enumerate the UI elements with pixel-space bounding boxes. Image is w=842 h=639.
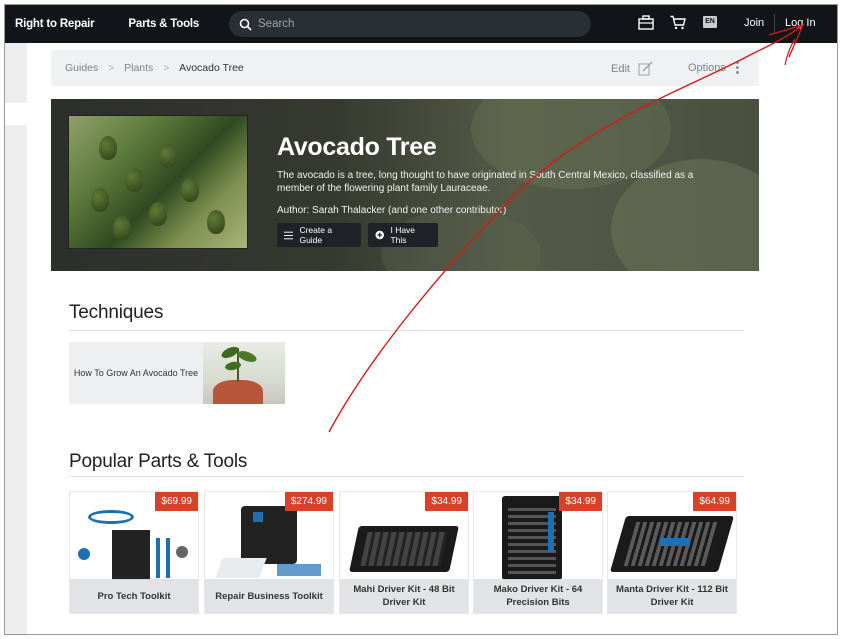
chevron-right-icon: >	[108, 62, 115, 74]
search-box[interactable]	[229, 11, 591, 37]
left-rail-gap	[5, 103, 35, 125]
i-have-this-button[interactable]: I Have This	[368, 223, 438, 247]
techniques-divider	[69, 330, 744, 331]
pencil-icon	[638, 61, 653, 76]
chevron-right-icon: >	[163, 62, 170, 74]
left-rail	[5, 43, 27, 634]
technique-card[interactable]: How To Grow An Avocado Tree	[69, 342, 285, 404]
options-button[interactable]: Options	[688, 61, 739, 74]
parts-tools-link[interactable]: Parts & Tools	[128, 18, 199, 30]
product-name: Mahi Driver Kit - 48 Bit Driver Kit	[340, 579, 468, 613]
breadcrumb: Guides > Plants > Avocado Tree	[65, 62, 244, 74]
top-nav: Right to Repair Parts & Tools EN Join Lo…	[5, 5, 837, 43]
product-card[interactable]: $34.99 Mahi Driver Kit - 48 Bit Driver K…	[339, 491, 469, 614]
plus-circle-icon	[375, 230, 384, 240]
cart-icon[interactable]	[670, 15, 686, 30]
avocado-sprout-image	[203, 342, 285, 404]
product-card[interactable]: $274.99 Repair Business Toolkit	[204, 491, 334, 614]
nav-divider	[774, 14, 775, 34]
price-badge: $34.99	[425, 492, 468, 511]
product-card[interactable]: $64.99 Manta Driver Kit - 112 Bit Driver…	[607, 491, 737, 614]
parts-heading: Popular Parts & Tools	[69, 451, 248, 472]
i-have-this-label: I Have This	[390, 225, 416, 245]
edit-button[interactable]: Edit	[611, 61, 653, 76]
join-link[interactable]: Join	[744, 17, 764, 29]
search-icon	[239, 18, 252, 31]
toolbox-icon[interactable]	[638, 15, 654, 30]
breadcrumb-plants[interactable]: Plants	[124, 62, 153, 74]
page-title: Avocado Tree	[277, 133, 437, 161]
language-selector[interactable]: EN	[703, 16, 717, 28]
browser-viewport: Right to Repair Parts & Tools EN Join Lo…	[4, 4, 838, 635]
create-guide-label: Create a Guide	[299, 225, 333, 245]
product-name: Repair Business Toolkit	[205, 579, 333, 613]
product-name: Pro Tech Toolkit	[70, 579, 198, 613]
edit-label: Edit	[611, 62, 630, 75]
breadcrumb-guides[interactable]: Guides	[65, 62, 98, 74]
login-link[interactable]: Log In	[785, 17, 816, 29]
brand-link[interactable]: Right to Repair	[15, 18, 95, 30]
page-author: Author: Sarah Thalacker (and one other c…	[277, 205, 507, 216]
list-icon	[284, 231, 294, 239]
breadcrumb-current: Avocado Tree	[179, 62, 244, 74]
product-card[interactable]: $34.99 Mako Driver Kit - 64 Precision Bi…	[473, 491, 603, 614]
price-badge: $64.99	[693, 492, 736, 511]
product-name: Mako Driver Kit - 64 Precision Bits	[474, 579, 602, 613]
page-description: The avocado is a tree, long thought to h…	[277, 170, 694, 194]
price-badge: $69.99	[155, 492, 198, 511]
techniques-heading: Techniques	[69, 302, 164, 323]
avocado-tree-image	[68, 115, 248, 249]
parts-divider	[69, 476, 744, 477]
product-card[interactable]: $69.99 Pro Tech Toolkit	[69, 491, 199, 614]
technique-card-label: How To Grow An Avocado Tree	[73, 368, 199, 378]
search-input[interactable]	[258, 18, 558, 30]
price-badge: $34.99	[559, 492, 602, 511]
breadcrumb-bar: Guides > Plants > Avocado Tree Edit Opti…	[51, 50, 759, 86]
price-badge: $274.99	[284, 492, 333, 511]
product-name: Manta Driver Kit - 112 Bit Driver Kit	[608, 579, 736, 613]
create-guide-button[interactable]: Create a Guide	[277, 223, 361, 247]
hero-banner: Avocado Tree The avocado is a tree, long…	[51, 99, 759, 271]
kebab-icon	[735, 61, 739, 74]
options-label: Options	[688, 61, 726, 74]
